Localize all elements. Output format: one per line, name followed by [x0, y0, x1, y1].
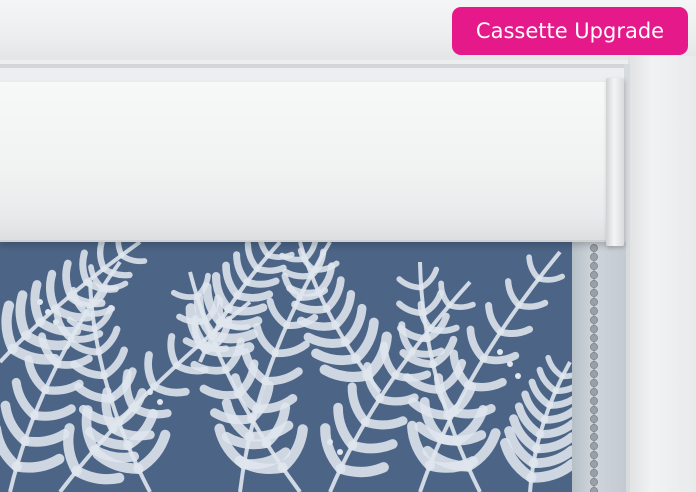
window-frame-right	[628, 56, 696, 492]
cassette-end-cap	[606, 78, 624, 246]
product-photo: Cassette Upgrade	[0, 0, 696, 492]
cassette-headrail	[0, 82, 612, 242]
bead-chain	[590, 244, 598, 492]
fern-leaf-pattern	[0, 242, 572, 492]
window-frame-inner-edge	[0, 64, 630, 68]
blind-fabric	[0, 242, 572, 492]
cassette-upgrade-badge: Cassette Upgrade	[452, 7, 688, 55]
